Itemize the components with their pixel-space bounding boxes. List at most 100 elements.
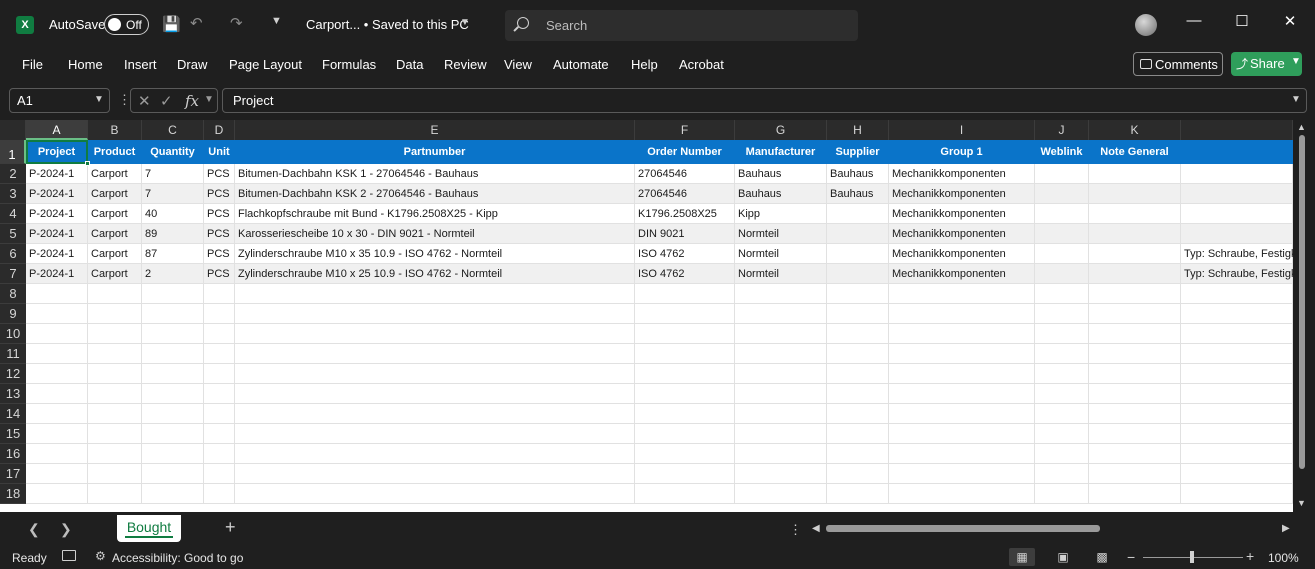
table-cell[interactable]	[827, 244, 889, 264]
comments-button[interactable]: Comments	[1133, 52, 1223, 76]
table-cell[interactable]	[204, 364, 235, 384]
select-all-corner[interactable]	[0, 120, 26, 140]
table-cell[interactable]	[26, 484, 88, 504]
table-cell[interactable]: Carport	[88, 184, 142, 204]
table-cell[interactable]: Bitumen-Dachbahn KSK 1 - 27064546 - Bauh…	[235, 164, 635, 184]
table-cell[interactable]	[1181, 284, 1293, 304]
table-cell[interactable]: P-2024-1	[26, 264, 88, 284]
table-cell[interactable]	[204, 344, 235, 364]
header-cell[interactable]: Order Number	[635, 140, 735, 164]
header-cell[interactable]: Note General	[1089, 140, 1181, 164]
table-cell[interactable]	[235, 364, 635, 384]
column-header[interactable]	[1181, 120, 1293, 140]
table-cell[interactable]	[1089, 484, 1181, 504]
tab-file[interactable]: File	[22, 57, 43, 72]
column-header[interactable]: K	[1089, 120, 1181, 140]
scroll-left-icon[interactable]: ◀	[812, 523, 820, 534]
zoom-slider-thumb[interactable]	[1190, 551, 1194, 563]
header-cell[interactable]: Product	[88, 140, 142, 164]
table-cell[interactable]	[204, 324, 235, 344]
table-cell[interactable]	[1089, 304, 1181, 324]
table-cell[interactable]	[1181, 224, 1293, 244]
tab-formulas[interactable]: Formulas	[322, 57, 376, 72]
table-cell[interactable]	[889, 304, 1035, 324]
table-cell[interactable]	[735, 304, 827, 324]
row-header[interactable]: 15	[0, 424, 26, 444]
table-cell[interactable]	[1089, 244, 1181, 264]
table-cell[interactable]	[1181, 424, 1293, 444]
table-cell[interactable]	[827, 204, 889, 224]
table-cell[interactable]	[735, 284, 827, 304]
table-cell[interactable]	[26, 284, 88, 304]
table-cell[interactable]	[735, 444, 827, 464]
accessibility-status[interactable]: Accessibility: Good to go	[112, 551, 243, 565]
table-cell[interactable]	[889, 284, 1035, 304]
row-header[interactable]: 9	[0, 304, 26, 324]
table-cell[interactable]	[889, 484, 1035, 504]
scroll-thumb[interactable]	[1299, 135, 1305, 469]
table-cell[interactable]: P-2024-1	[26, 244, 88, 264]
table-cell[interactable]	[635, 344, 735, 364]
table-cell[interactable]	[88, 284, 142, 304]
table-cell[interactable]: Bauhaus	[827, 184, 889, 204]
table-cell[interactable]	[204, 464, 235, 484]
table-cell[interactable]	[889, 444, 1035, 464]
table-cell[interactable]: K1796.2508X25	[635, 204, 735, 224]
header-cell[interactable]: Project	[26, 140, 88, 164]
table-cell[interactable]: Bauhaus	[735, 164, 827, 184]
avatar[interactable]	[1135, 14, 1157, 36]
tab-view[interactable]: View	[504, 57, 532, 72]
tab-draw[interactable]: Draw	[177, 57, 207, 72]
table-cell[interactable]: Normteil	[735, 244, 827, 264]
table-cell[interactable]	[1089, 424, 1181, 444]
scroll-thumb[interactable]	[826, 525, 1100, 532]
table-cell[interactable]	[1181, 384, 1293, 404]
header-cell[interactable]: Supplier	[827, 140, 889, 164]
table-cell[interactable]	[1181, 404, 1293, 424]
row-header[interactable]: 2	[0, 164, 26, 184]
zoom-out-icon[interactable]: −	[1127, 549, 1135, 565]
table-cell[interactable]	[735, 484, 827, 504]
table-cell[interactable]	[827, 284, 889, 304]
row-header[interactable]: 3	[0, 184, 26, 204]
table-cell[interactable]	[1181, 324, 1293, 344]
table-cell[interactable]	[1089, 404, 1181, 424]
table-cell[interactable]: 27064546	[635, 184, 735, 204]
chevron-down-icon[interactable]: ▼	[460, 17, 470, 28]
sheet-tab-bought[interactable]: Bought	[117, 515, 181, 542]
redo-icon[interactable]: ↷	[230, 14, 243, 32]
table-cell[interactable]	[1035, 284, 1089, 304]
table-cell[interactable]: PCS	[204, 224, 235, 244]
table-cell[interactable]	[235, 324, 635, 344]
table-cell[interactable]	[235, 284, 635, 304]
table-cell[interactable]: ISO 4762	[635, 244, 735, 264]
table-cell[interactable]	[204, 384, 235, 404]
add-sheet-icon[interactable]: +	[225, 517, 236, 538]
table-cell[interactable]	[1035, 384, 1089, 404]
row-header[interactable]: 8	[0, 284, 26, 304]
table-cell[interactable]	[635, 304, 735, 324]
chevron-down-icon[interactable]: ▼	[94, 94, 104, 105]
table-cell[interactable]	[1089, 324, 1181, 344]
table-cell[interactable]	[1089, 344, 1181, 364]
table-cell[interactable]	[1035, 264, 1089, 284]
table-cell[interactable]	[88, 364, 142, 384]
table-cell[interactable]	[1035, 464, 1089, 484]
table-cell[interactable]	[735, 344, 827, 364]
table-cell[interactable]	[1035, 184, 1089, 204]
scroll-down-icon[interactable]: ▼	[1297, 498, 1306, 508]
tab-help[interactable]: Help	[631, 57, 658, 72]
table-cell[interactable]	[635, 384, 735, 404]
table-cell[interactable]	[1035, 364, 1089, 384]
table-cell[interactable]: Bauhaus	[735, 184, 827, 204]
next-sheet-icon[interactable]: ❯	[60, 521, 72, 538]
table-cell[interactable]	[1181, 304, 1293, 324]
header-cell[interactable]	[1181, 140, 1293, 164]
table-cell[interactable]	[735, 364, 827, 384]
table-cell[interactable]: Flachkopfschraube mit Bund - K1796.2508X…	[235, 204, 635, 224]
scroll-up-icon[interactable]: ▲	[1297, 122, 1306, 132]
name-box[interactable]: A1 ▼	[9, 88, 110, 113]
row-header[interactable]: 18	[0, 484, 26, 504]
row-header[interactable]: 1	[0, 140, 26, 164]
row-header[interactable]: 12	[0, 364, 26, 384]
